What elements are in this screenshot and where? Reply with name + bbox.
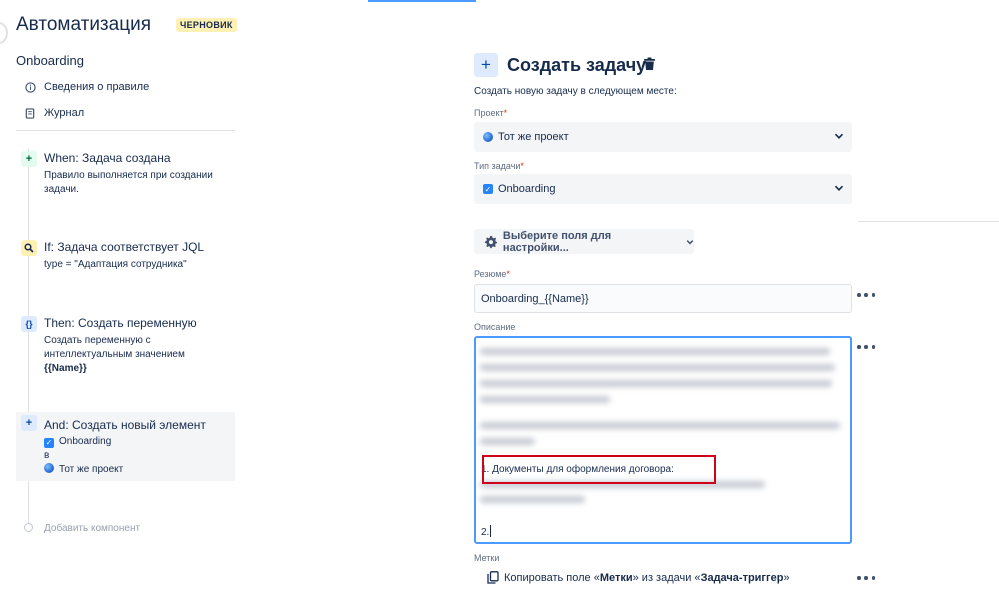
step-title: If: Задача соответствует JQL [44, 240, 205, 254]
braces-icon: {} [21, 316, 37, 332]
step-description-text: Создать переменную с интеллектуальным зн… [44, 335, 185, 360]
plus-icon: + [474, 53, 498, 77]
blurred-text [480, 380, 832, 387]
labels-copy-option[interactable]: Копировать поле «Метки» из задачи «Задач… [487, 571, 790, 584]
choose-fields-label: Выберите поля для настройки... [502, 229, 612, 254]
text-caret [490, 525, 492, 537]
step-description: Правило выполняется при создании задачи. [44, 170, 213, 195]
chevron-down-icon [834, 185, 844, 191]
labels-copy-text: Копировать поле « [504, 571, 600, 584]
rule-name: Onboarding [16, 53, 84, 68]
description-label: Описание [474, 322, 516, 332]
labels-copy-text: » из задачи « [632, 571, 701, 584]
step-create-variable[interactable]: {} Then: Создать переменную Создать пере… [16, 313, 235, 379]
blurred-text [480, 396, 610, 403]
more-icon[interactable] [857, 573, 875, 583]
trash-icon[interactable] [643, 57, 657, 71]
issue-type-label: Тип задачи* [474, 161, 524, 171]
labels-label: Метки [474, 553, 500, 563]
page-title: Автоматизация [16, 14, 151, 35]
labels-field-name: Метки [599, 571, 633, 584]
blurred-text [480, 496, 585, 503]
section-divider [858, 221, 999, 222]
info-icon [24, 81, 36, 93]
highlight-annotation [482, 455, 716, 484]
issue-type: Onboarding [59, 436, 112, 447]
step-description: Создать переменную с интеллектуальным зн… [44, 334, 234, 376]
issue-type-select[interactable]: ✓ Onboarding [474, 174, 852, 204]
description-line-2: 2. [481, 525, 492, 538]
nav-item-label: Сведения о правиле [44, 81, 150, 93]
add-component-link[interactable]: Добавить компонент [44, 523, 140, 534]
journal-icon [24, 107, 36, 119]
choose-fields-button[interactable]: Выберите поля для настройки... [474, 229, 694, 254]
step-trigger[interactable]: + When: Задача создана Правило выполняет… [16, 148, 235, 208]
action-subtitle: Создать новую задачу в следующем месте: [474, 86, 677, 97]
project-select[interactable]: Тот же проект [474, 122, 852, 152]
plus-icon: + [21, 415, 37, 431]
plus-icon: + [21, 151, 37, 167]
blurred-text [480, 422, 840, 429]
step-title: Then: Создать переменную [44, 316, 197, 330]
nav-item-rule-details[interactable]: Сведения о правиле [24, 81, 149, 93]
copy-icon [487, 571, 499, 584]
labels-source-issue: Задача-триггер [700, 571, 784, 584]
summary-input[interactable]: Onboarding_{{Name}} [474, 284, 852, 313]
blurred-text [480, 364, 835, 371]
action-title: Создать задачу [507, 55, 647, 75]
collapse-handle[interactable] [0, 22, 8, 44]
in-label: в [44, 450, 50, 461]
step-title: When: Задача создана [44, 151, 171, 165]
top-progress-indicator [368, 0, 476, 2]
search-icon [21, 240, 37, 256]
step-condition[interactable]: If: Задача соответствует JQL type = "Ада… [16, 237, 235, 277]
labels-copy-text: » [783, 571, 790, 584]
checkbox-icon: ✓ [483, 184, 493, 194]
blurred-text [480, 348, 830, 355]
blurred-text [480, 438, 535, 445]
project-label: Проект* [474, 108, 508, 118]
nav-item-label: Журнал [44, 107, 85, 119]
description-editor[interactable]: 1. Документы для оформления договора: 2. [474, 336, 852, 544]
nav-item-journal[interactable]: Журнал [24, 107, 84, 119]
status-badge: ЧЕРНОВИК [176, 18, 237, 32]
step-title: And: Создать новый элемент [44, 418, 206, 432]
smart-value: {{Name}} [44, 363, 87, 374]
project-name: Тот же проект [59, 464, 124, 475]
checkbox-icon: ✓ [44, 438, 54, 448]
issue-type-select-value: Onboarding [498, 183, 556, 195]
summary-label: Резюме* [474, 269, 510, 279]
more-icon[interactable] [857, 290, 875, 300]
globe-icon [44, 463, 54, 473]
project-select-value: Тот же проект [498, 131, 569, 143]
gear-icon [484, 235, 498, 248]
sidebar-divider [16, 130, 235, 131]
step-description: ✓ Onboarding в Тот же проект [44, 435, 234, 477]
more-icon[interactable] [857, 342, 875, 352]
chevron-down-icon [834, 133, 844, 139]
step-description: type = "Адаптация сотрудника" [44, 259, 187, 270]
step-create-issue[interactable]: + And: Создать новый элемент ✓ Onboarding… [16, 412, 235, 481]
add-component-dot [24, 523, 33, 532]
chevron-down-icon [686, 239, 694, 244]
globe-icon [483, 132, 493, 142]
